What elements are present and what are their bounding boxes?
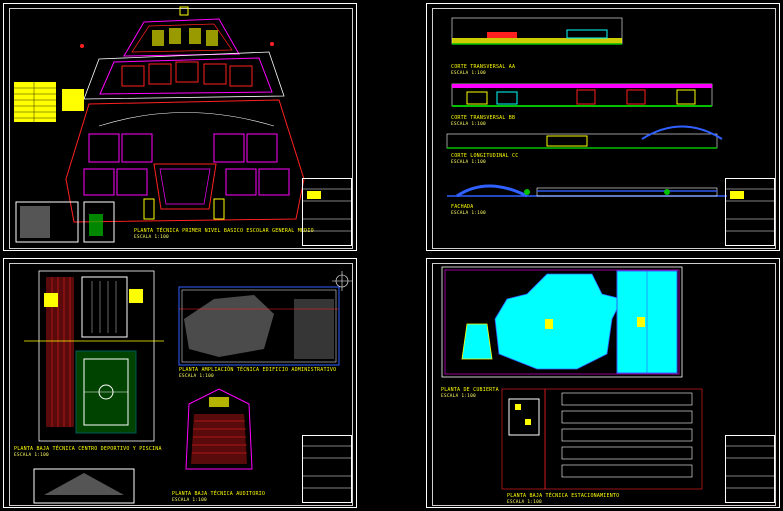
section-aa-label: CORTE TRANSVERSAL AA bbox=[451, 64, 516, 70]
sheet-top-left: PLANTA TÉCNICA PRIMER NIVEL BASICO ESCOL… bbox=[3, 3, 357, 251]
auditorium-label: PLANTA BAJA TÉCNICA AUDITORIO bbox=[172, 491, 266, 497]
plan-scale-label: ESCALA 1:100 bbox=[134, 235, 169, 240]
admin-building-label: PLANTA AMPLIACIÓN TÉCNICA EDIFICIO ADMIN… bbox=[179, 367, 337, 373]
facade-label: FACHADA bbox=[451, 204, 474, 210]
section-aa-scale: ESCALA 1:100 bbox=[451, 71, 486, 76]
sports-center-label: PLANTA BAJA TÉCNICA CENTRO DEPORTIVO Y P… bbox=[14, 446, 162, 452]
title-block bbox=[302, 435, 352, 503]
roof-plan-label: PLANTA DE CUBIERTA bbox=[441, 387, 499, 393]
section-cc-label: CORTE LONGITUDINAL CC bbox=[451, 153, 519, 159]
sheet-bottom-left: PLANTA BAJA TÉCNICA CENTRO DEPORTIVO Y P… bbox=[3, 258, 357, 508]
sports-center-scale: ESCALA 1:100 bbox=[14, 453, 49, 458]
title-block bbox=[725, 178, 775, 246]
parking-plan-scale: ESCALA 1:100 bbox=[507, 500, 542, 505]
facade-scale: ESCALA 1:100 bbox=[451, 211, 486, 216]
auditorium-scale: ESCALA 1:100 bbox=[172, 498, 207, 503]
section-bb-label: CORTE TRANSVERSAL BB bbox=[451, 115, 516, 121]
sheet-top-right: CORTE TRANSVERSAL AA ESCALA 1:100 CORTE … bbox=[426, 3, 780, 251]
admin-building-scale: ESCALA 1:100 bbox=[179, 374, 214, 379]
section-bb-scale: ESCALA 1:100 bbox=[451, 122, 486, 127]
section-cc-scale: ESCALA 1:100 bbox=[451, 160, 486, 165]
title-block bbox=[725, 435, 775, 503]
sheet-bottom-right: PLANTA DE CUBIERTA ESCALA 1:100 PLANTA B… bbox=[426, 258, 780, 508]
plan-title-label: PLANTA TÉCNICA PRIMER NIVEL BASICO ESCOL… bbox=[134, 228, 314, 234]
title-block bbox=[302, 178, 352, 246]
parking-plan-label: PLANTA BAJA TÉCNICA ESTACIONAMIENTO bbox=[507, 493, 620, 499]
roof-plan-scale: ESCALA 1:100 bbox=[441, 394, 476, 399]
